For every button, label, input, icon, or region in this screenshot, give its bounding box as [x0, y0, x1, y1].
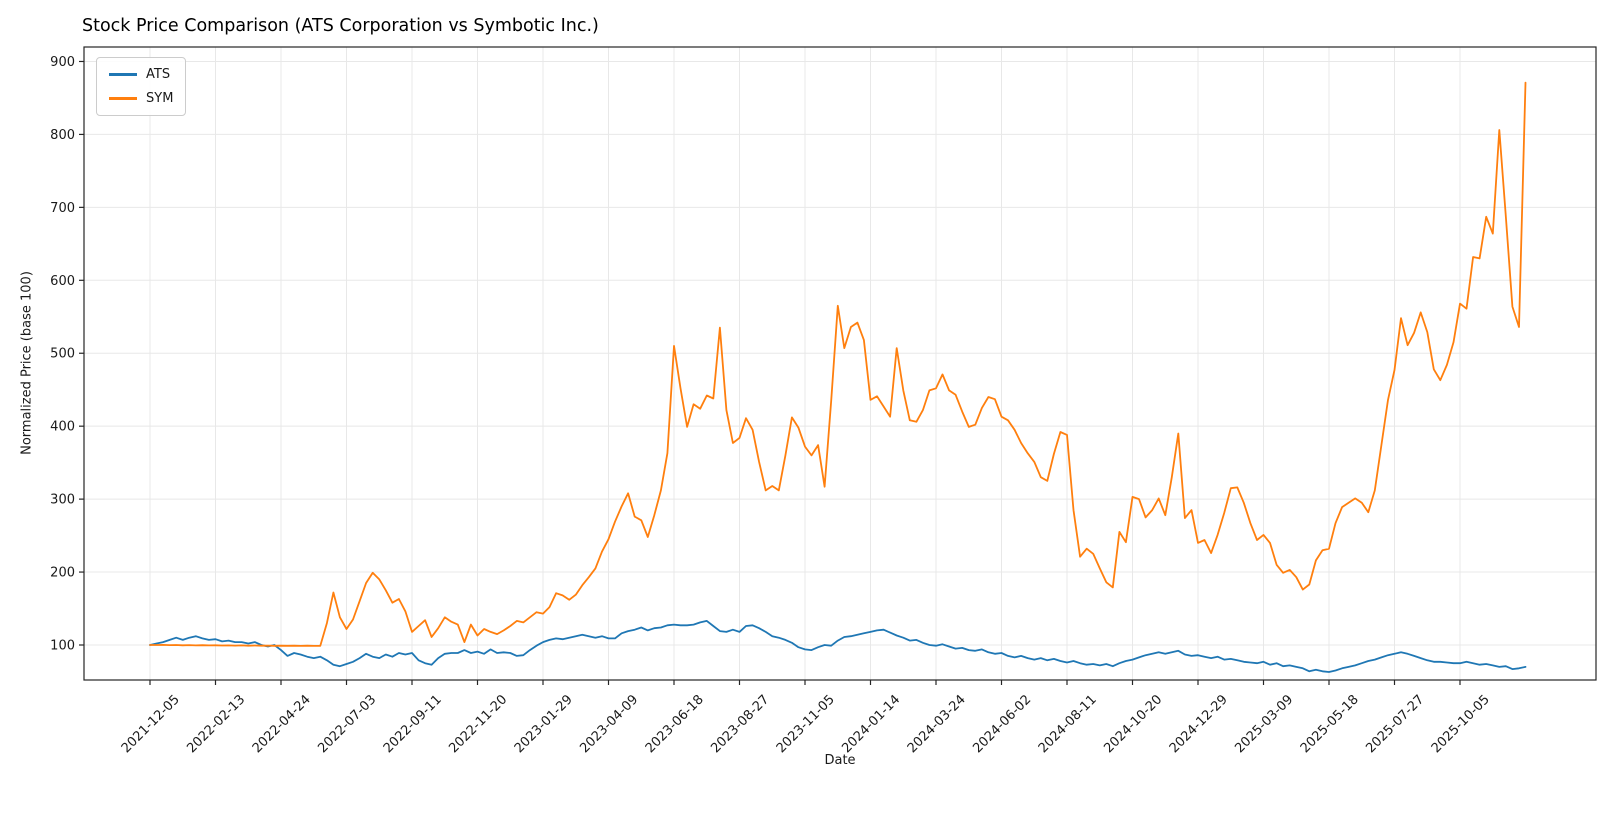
svg-text:2024-12-29: 2024-12-29 — [1167, 692, 1231, 756]
chart-figure: 100 200 300 400 500 600 700 800 900 2021-12-05 202… — [0, 0, 1620, 819]
svg-text:2024-03-24: 2024-03-24 — [905, 692, 969, 756]
legend: ATS SYM — [96, 57, 187, 116]
ats-line-swatch — [109, 73, 137, 76]
y-axis-label: Normalized Price (base 100) — [19, 271, 35, 455]
svg-text:100: 100 — [50, 639, 75, 654]
svg-text:2022-02-13: 2022-02-13 — [184, 692, 248, 756]
legend-item-sym: SYM — [109, 91, 173, 106]
legend-item-ats: ATS — [109, 67, 173, 82]
svg-text:2025-05-18: 2025-05-18 — [1298, 692, 1362, 756]
x-axis-label: Date — [824, 753, 856, 768]
svg-text:2025-10-05: 2025-10-05 — [1429, 692, 1493, 756]
svg-text:2023-06-18: 2023-06-18 — [643, 692, 707, 756]
svg-text:500: 500 — [50, 347, 75, 362]
series-line-sym — [149, 81, 1527, 647]
svg-text:2023-11-05: 2023-11-05 — [774, 692, 838, 756]
svg-text:400: 400 — [50, 420, 75, 435]
legend-label-ats: ATS — [146, 67, 171, 82]
svg-text:2025-03-09: 2025-03-09 — [1232, 692, 1296, 756]
plot-svg: 1002003004005006007008009002021-12-05 202… — [50, 46, 1597, 756]
svg-text:2023-04-09: 2023-04-09 — [577, 692, 641, 756]
svg-text:2023-08-27: 2023-08-27 — [708, 692, 772, 756]
svg-text:2025-07-27: 2025-07-27 — [1363, 692, 1427, 756]
svg-text:2023-01-29: 2023-01-29 — [512, 692, 576, 756]
svg-text:2022-04-24: 2022-04-24 — [250, 692, 314, 756]
svg-text:300: 300 — [50, 493, 75, 508]
svg-text:900: 900 — [50, 55, 75, 70]
svg-text:2024-08-11: 2024-08-11 — [1036, 692, 1100, 756]
svg-text:600: 600 — [50, 274, 75, 289]
chart-title: Stock Price Comparison (ATS Corporation … — [82, 16, 599, 36]
svg-text:2024-06-02: 2024-06-02 — [970, 692, 1034, 756]
sym-line-swatch — [109, 97, 137, 100]
svg-text:2024-10-20: 2024-10-20 — [1101, 692, 1165, 756]
svg-text:2021-12-05: 2021-12-05 — [119, 692, 183, 756]
svg-text:2022-07-03: 2022-07-03 — [315, 692, 379, 756]
series-line-ats — [149, 620, 1527, 673]
svg-text:2022-09-11: 2022-09-11 — [381, 692, 445, 756]
svg-text:700: 700 — [50, 201, 75, 216]
svg-text:200: 200 — [50, 566, 75, 581]
svg-text:2022-11-20: 2022-11-20 — [446, 692, 510, 756]
svg-text:2024-01-14: 2024-01-14 — [839, 692, 903, 756]
legend-label-sym: SYM — [146, 91, 174, 106]
svg-text:800: 800 — [50, 128, 75, 143]
